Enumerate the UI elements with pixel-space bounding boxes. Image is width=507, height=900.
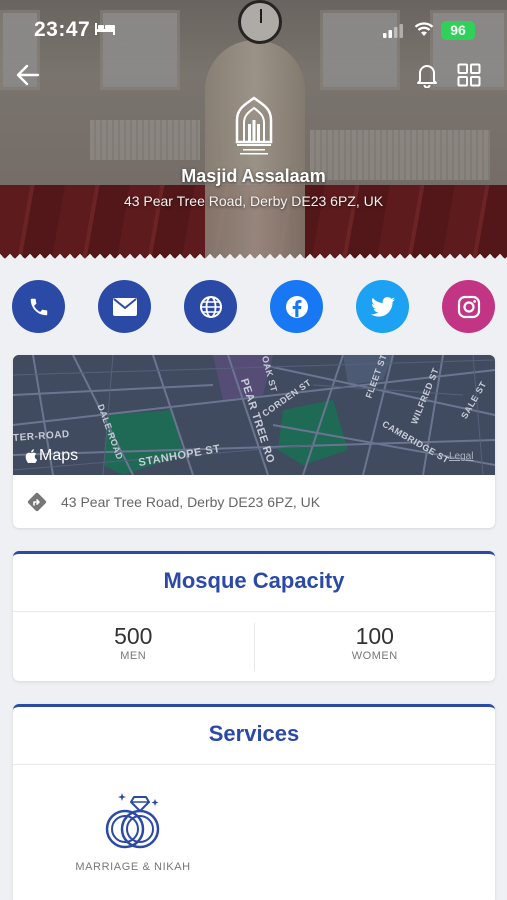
rings-icon xyxy=(105,793,160,849)
men-capacity-value: 500 xyxy=(114,623,153,649)
directions-icon xyxy=(27,492,47,511)
mosque-name: Masjid Assalaam xyxy=(181,166,326,186)
website-button[interactable] xyxy=(184,280,237,333)
bell-icon xyxy=(417,65,437,88)
facebook-button[interactable] xyxy=(270,280,323,333)
apple-maps-badge: Maps xyxy=(25,447,78,465)
map-legal-link[interactable]: Legal xyxy=(449,451,473,462)
maps-label: Maps xyxy=(39,447,79,464)
women-capacity-value: 100 xyxy=(355,623,394,649)
wifi-icon xyxy=(414,22,434,36)
status-bar: 23:47 96 xyxy=(0,0,507,56)
men-capacity-label: MEN xyxy=(120,650,147,662)
directions-address: 43 Pear Tree Road, Derby DE23 6PZ, UK xyxy=(61,493,321,510)
back-arrow-icon xyxy=(16,64,40,86)
back-button[interactable] xyxy=(13,60,43,90)
menu-grid-button[interactable] xyxy=(454,60,484,90)
divider xyxy=(13,764,495,765)
service-label: MARRIAGE & NIKAH xyxy=(75,861,191,873)
service-item-marriage[interactable]: MARRIAGE & NIKAH xyxy=(68,787,198,873)
sleep-icon xyxy=(95,23,115,35)
battery-indicator: 96 xyxy=(441,21,475,40)
instagram-icon xyxy=(457,295,480,318)
location-card: TER-ROAD DALE-ROAD STANHOPE ST PEAR TREE… xyxy=(13,355,495,528)
men-capacity: 500 MEN xyxy=(13,623,255,671)
services-card: Services MARRIAGE & NIKAH xyxy=(13,704,495,900)
email-button[interactable] xyxy=(98,280,151,333)
grid-icon xyxy=(457,63,481,87)
signal-icon xyxy=(383,24,403,38)
twitter-icon xyxy=(370,296,395,317)
status-time: 23:47 xyxy=(34,18,91,41)
women-capacity: 100 WOMEN xyxy=(255,623,496,671)
envelope-icon xyxy=(112,297,137,316)
capacity-card: Mosque Capacity 500 MEN 100 WOMEN xyxy=(13,551,495,681)
map-view[interactable]: TER-ROAD DALE-ROAD STANHOPE ST PEAR TREE… xyxy=(13,355,495,475)
women-capacity-label: WOMEN xyxy=(351,650,398,662)
directions-row[interactable]: 43 Pear Tree Road, Derby DE23 6PZ, UK xyxy=(13,475,495,528)
globe-icon xyxy=(199,295,222,318)
mosque-logo xyxy=(235,96,273,155)
notifications-button[interactable] xyxy=(412,60,442,90)
facebook-icon xyxy=(285,295,308,318)
services-title: Services xyxy=(208,721,300,746)
capacity-title: Mosque Capacity xyxy=(163,568,345,593)
apple-icon xyxy=(25,449,37,463)
phone-button[interactable] xyxy=(12,280,65,333)
twitter-button[interactable] xyxy=(356,280,409,333)
instagram-button[interactable] xyxy=(442,280,495,333)
phone-icon xyxy=(30,298,47,315)
mosque-address: 43 Pear Tree Road, Derby DE23 6PZ, UK xyxy=(123,193,384,209)
